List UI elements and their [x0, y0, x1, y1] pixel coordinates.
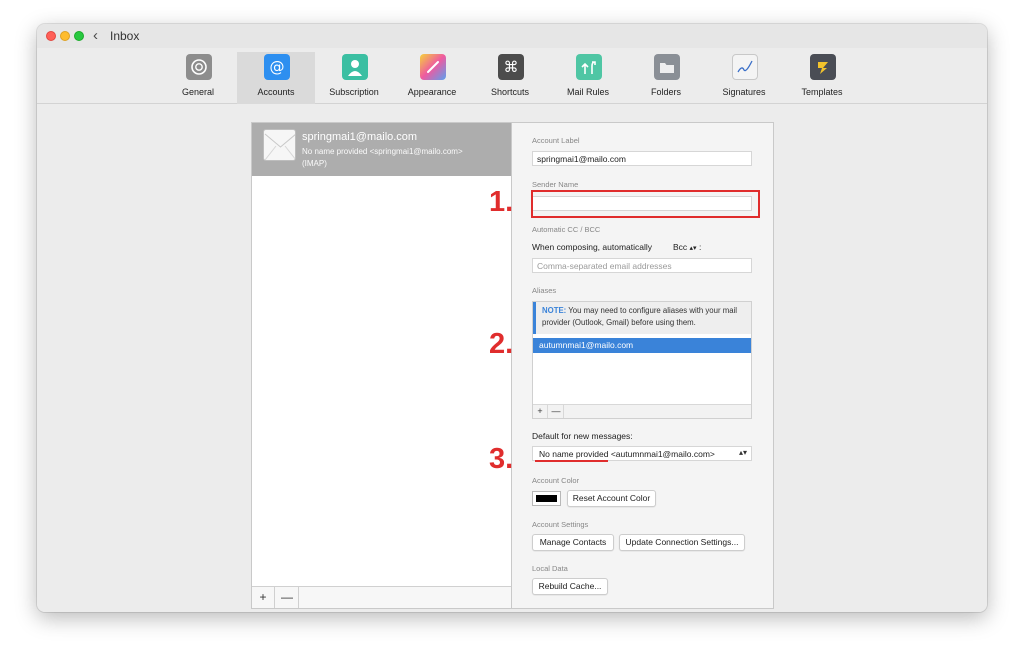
cc-mode-value: Bcc — [673, 242, 688, 252]
tab-shortcuts-label: Shortcuts — [490, 87, 530, 97]
account-label-field[interactable]: springmai1@mailo.com — [532, 151, 752, 166]
aliases-title: Aliases — [532, 286, 557, 295]
cc-addresses-field[interactable]: Comma-separated email addresses — [532, 258, 752, 273]
tab-general[interactable]: General — [159, 52, 237, 104]
rebuild-cache-button[interactable]: Rebuild Cache... — [532, 578, 608, 595]
tab-mail-rules[interactable]: Mail Rules — [549, 52, 627, 104]
annotation-sender-name-highlight — [531, 190, 760, 218]
tab-appearance-label: Appearance — [407, 87, 457, 97]
brush-icon — [420, 54, 446, 80]
default-sender-value: No name provided <autumnmai1@mailo.com> — [539, 449, 715, 459]
default-sender-select[interactable]: No name provided <autumnmai1@mailo.com> … — [532, 446, 752, 461]
aliases-note: NOTE: You may need to configure aliases … — [533, 302, 751, 334]
preferences-toolbar: General @ Accounts Subscription Appearan… — [37, 48, 987, 104]
cc-mode-popup[interactable]: Bcc ▴▾ : — [673, 242, 701, 252]
tab-appearance[interactable]: Appearance — [393, 52, 471, 104]
annotation-underline — [535, 460, 608, 462]
tab-subscription-label: Subscription — [329, 87, 379, 97]
annotation-step-2: 2. — [489, 328, 514, 360]
preferences-window: ‹ Inbox General @ Accounts Subscription … — [37, 24, 987, 612]
accounts-list-footer: + — — [252, 586, 511, 608]
auto-cc-prompt: When composing, automatically — [532, 242, 653, 252]
tab-templates-label: Templates — [801, 87, 843, 97]
default-sender-title: Default for new messages: — [532, 431, 633, 441]
title-bar: ‹ Inbox — [37, 24, 987, 48]
tab-accounts[interactable]: @ Accounts — [237, 52, 315, 104]
update-connection-settings-button[interactable]: Update Connection Settings... — [619, 534, 745, 551]
tab-templates[interactable]: Templates — [783, 52, 861, 104]
note-text: You may need to configure aliases with y… — [542, 306, 738, 327]
account-list-item[interactable]: springmai1@mailo.com No name provided <s… — [252, 123, 511, 176]
signature-pen-icon — [732, 54, 758, 80]
aliases-list: NOTE: You may need to configure aliases … — [532, 301, 752, 419]
person-icon — [342, 54, 368, 80]
cc-mode-suffix: : — [698, 242, 702, 252]
annotation-step-1: 1. — [489, 186, 514, 218]
sender-name-title: Sender Name — [532, 180, 579, 189]
color-swatch — [536, 495, 557, 502]
tab-shortcuts[interactable]: ⌘ Shortcuts — [471, 52, 549, 104]
tab-folders[interactable]: Folders — [627, 52, 705, 104]
at-icon: @ — [264, 54, 290, 80]
account-color-well[interactable] — [532, 491, 561, 506]
remove-account-button[interactable]: — — [276, 587, 299, 608]
annotation-step-3: 3. — [489, 443, 514, 475]
minimize-window-button[interactable] — [60, 31, 70, 41]
tab-mail-rules-label: Mail Rules — [566, 87, 609, 97]
tab-subscription[interactable]: Subscription — [315, 52, 393, 104]
tab-signatures[interactable]: Signatures — [705, 52, 783, 104]
chevron-left-icon[interactable]: ‹ — [93, 28, 98, 44]
rules-arrows-icon — [576, 54, 602, 80]
updown-chevron-icon: ▴▾ — [738, 448, 747, 457]
remove-alias-button[interactable]: — — [549, 405, 564, 418]
close-window-button[interactable] — [46, 31, 56, 41]
account-label-title: Account Label — [532, 136, 580, 145]
alias-item[interactable]: autumnmai1@mailo.com — [533, 338, 751, 353]
manage-contacts-button[interactable]: Manage Contacts — [532, 534, 614, 551]
tab-folders-label: Folders — [650, 87, 681, 97]
folder-icon — [654, 54, 680, 80]
accounts-list: springmai1@mailo.com No name provided <s… — [251, 122, 512, 609]
note-label: NOTE: — [542, 306, 567, 315]
command-icon: ⌘ — [498, 54, 524, 80]
tab-accounts-label: Accounts — [257, 87, 295, 97]
zoom-window-button[interactable] — [74, 31, 84, 41]
account-settings-title: Account Settings — [532, 520, 589, 529]
tab-signatures-label: Signatures — [722, 87, 766, 97]
account-display-name: No name provided <springmai1@mailo.com> — [302, 147, 463, 156]
add-alias-button[interactable]: + — [533, 405, 548, 418]
aliases-footer: + — — [533, 404, 751, 418]
auto-cc-title: Automatic CC / BCC — [532, 225, 601, 234]
reset-account-color-button[interactable]: Reset Account Color — [567, 490, 656, 507]
local-data-title: Local Data — [532, 564, 568, 573]
window-title: Inbox — [110, 29, 140, 43]
envelope-icon — [263, 129, 296, 161]
add-account-button[interactable]: + — [252, 587, 275, 608]
template-icon — [810, 54, 836, 80]
account-email: springmai1@mailo.com — [302, 131, 418, 143]
gear-icon — [186, 54, 212, 80]
account-type: (IMAP) — [302, 159, 327, 168]
tab-general-label: General — [181, 87, 215, 97]
account-color-title: Account Color — [532, 476, 580, 485]
updown-chevron-icon: ▴▾ — [689, 245, 697, 252]
